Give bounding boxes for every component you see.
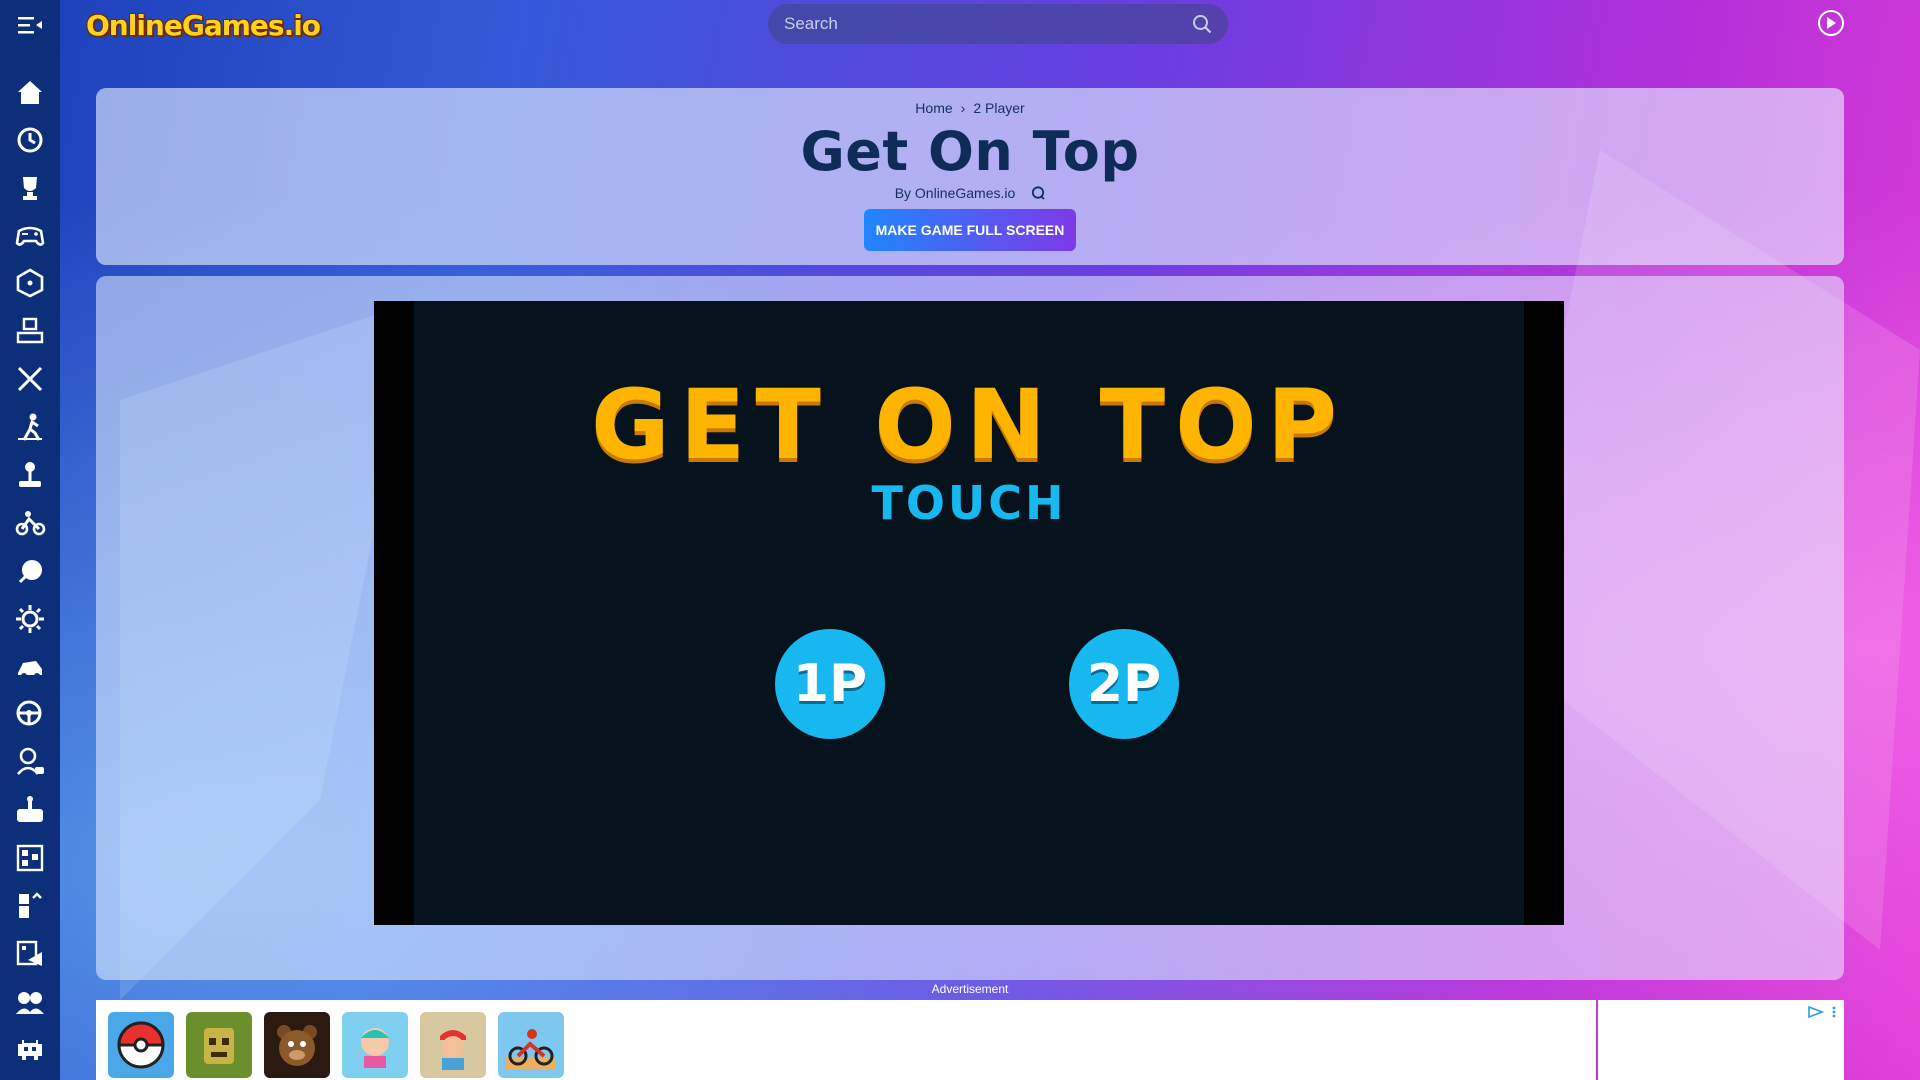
sidebar-item-steering-wheel[interactable] (12, 697, 48, 732)
more-options-icon (1832, 1006, 1836, 1018)
motorbike-icon (15, 510, 46, 536)
menu-icon (18, 17, 42, 34)
breadcrumb: Home › 2 Player (915, 100, 1024, 116)
two-player-button[interactable]: 2P (1069, 629, 1179, 739)
character-icon (361, 1028, 389, 1068)
trophy-icon (23, 176, 37, 200)
steering-wheel-icon (16, 700, 42, 726)
game-mode-label: TOUCH (871, 476, 1067, 530)
ball-icon (18, 559, 42, 583)
play-video-button[interactable] (1818, 10, 1844, 36)
sidebar-item-gear[interactable] (12, 601, 48, 636)
game-frame: GET ON TOP TOUCH 1P 2P (374, 301, 1564, 925)
search-bar (768, 4, 1228, 44)
sidebar-item-motorbike[interactable] (12, 505, 48, 540)
sidebar-item-arcade-controller[interactable] (12, 793, 48, 828)
home-icon (18, 80, 42, 104)
game-canvas[interactable]: GET ON TOP TOUCH 1P 2P (414, 301, 1524, 925)
ad-thumb-toca[interactable] (342, 1012, 408, 1078)
sidebar-item-blocks[interactable] (12, 888, 48, 923)
breadcrumb-home-link[interactable]: Home (915, 100, 952, 116)
ad-choices[interactable] (1808, 1006, 1836, 1018)
one-player-button[interactable]: 1P (775, 629, 885, 739)
arcade-controller-icon (17, 796, 43, 823)
bear-icon (277, 1025, 317, 1066)
sidebar-item-ball[interactable] (12, 553, 48, 588)
ad-thumb-pokeball[interactable] (108, 1012, 174, 1078)
tetris-icon (16, 845, 44, 872)
ad-thumbnails (108, 1012, 564, 1078)
category-sidebar (0, 50, 60, 1080)
ad-thumb-bear[interactable] (264, 1012, 330, 1078)
swords-icon (17, 367, 43, 392)
racing-car-icon (18, 660, 42, 679)
sidebar-item-gamepad[interactable] (12, 218, 48, 253)
page-title: Get On Top (800, 120, 1140, 183)
top-bar: OnlineGames.io (0, 0, 1920, 50)
breadcrumb-separator: › (960, 100, 966, 116)
sidebar-item-trophy[interactable] (12, 170, 48, 205)
space-invader-icon (18, 1039, 42, 1060)
byline: By OnlineGames.io (895, 185, 1046, 201)
menu-toggle-button[interactable] (0, 0, 60, 50)
multiplayer-icon (16, 991, 44, 1014)
site-logo[interactable]: OnlineGames.io (86, 6, 321, 44)
sidebar-item-multiplayer[interactable] (12, 984, 48, 1019)
adchoices-icon (1808, 1006, 1825, 1018)
runner-icon (18, 413, 42, 441)
motorbike-icon (506, 1029, 556, 1070)
history-icon (17, 127, 43, 153)
gamepad-icon (15, 227, 45, 247)
sidebar-item-home[interactable] (12, 74, 48, 109)
runner-kid-icon (440, 1030, 466, 1070)
character-icon (17, 748, 44, 776)
ad-banner (96, 1000, 1596, 1080)
breadcrumb-category-link[interactable]: 2 Player (973, 100, 1024, 116)
sidebar-item-swords[interactable] (12, 361, 48, 396)
blocks-icon (19, 892, 42, 919)
sidebar-item-runner[interactable] (12, 409, 48, 444)
sidebar-item-character[interactable] (12, 745, 48, 780)
sidebar-item-space-invader[interactable] (12, 1032, 48, 1067)
joystick-icon (19, 461, 41, 487)
comment-icon[interactable] (1031, 186, 1045, 200)
sidebar-item-puzzle-controller[interactable] (12, 314, 48, 349)
sidebar-item-racing-car[interactable] (12, 649, 48, 684)
dice-icon (16, 268, 44, 298)
ad-thumb-temple[interactable] (186, 1012, 252, 1078)
author-text[interactable]: By OnlineGames.io (895, 185, 1016, 201)
game-header: Home › 2 Player Get On Top By OnlineGame… (96, 88, 1844, 265)
ad-thumb-subway[interactable] (420, 1012, 486, 1078)
game-panel: GET ON TOP TOUCH 1P 2P (96, 276, 1844, 980)
fullscreen-button[interactable]: MAKE GAME FULL SCREEN (863, 209, 1077, 251)
sidebar-item-history[interactable] (12, 122, 48, 157)
sidebar-item-dice[interactable] (12, 266, 48, 301)
search-icon[interactable] (1192, 14, 1212, 34)
search-input[interactable] (784, 14, 1192, 34)
ad-label: Advertisement (931, 982, 1009, 996)
play-icon (1827, 17, 1836, 29)
game-title: GET ON TOP (590, 369, 1348, 481)
ad-side-slot (1598, 1000, 1844, 1080)
ad-thumb-moto[interactable] (498, 1012, 564, 1078)
sidebar-item-tetris[interactable] (12, 841, 48, 876)
temple-idol-icon (204, 1028, 234, 1064)
pokeball-icon (117, 1021, 165, 1069)
sidebar-item-joystick[interactable] (12, 457, 48, 492)
puzzle-board-icon (16, 940, 42, 967)
gear-icon (16, 604, 44, 633)
sidebar-item-puzzle-board[interactable] (12, 936, 48, 971)
puzzle-controller-icon (16, 318, 44, 344)
